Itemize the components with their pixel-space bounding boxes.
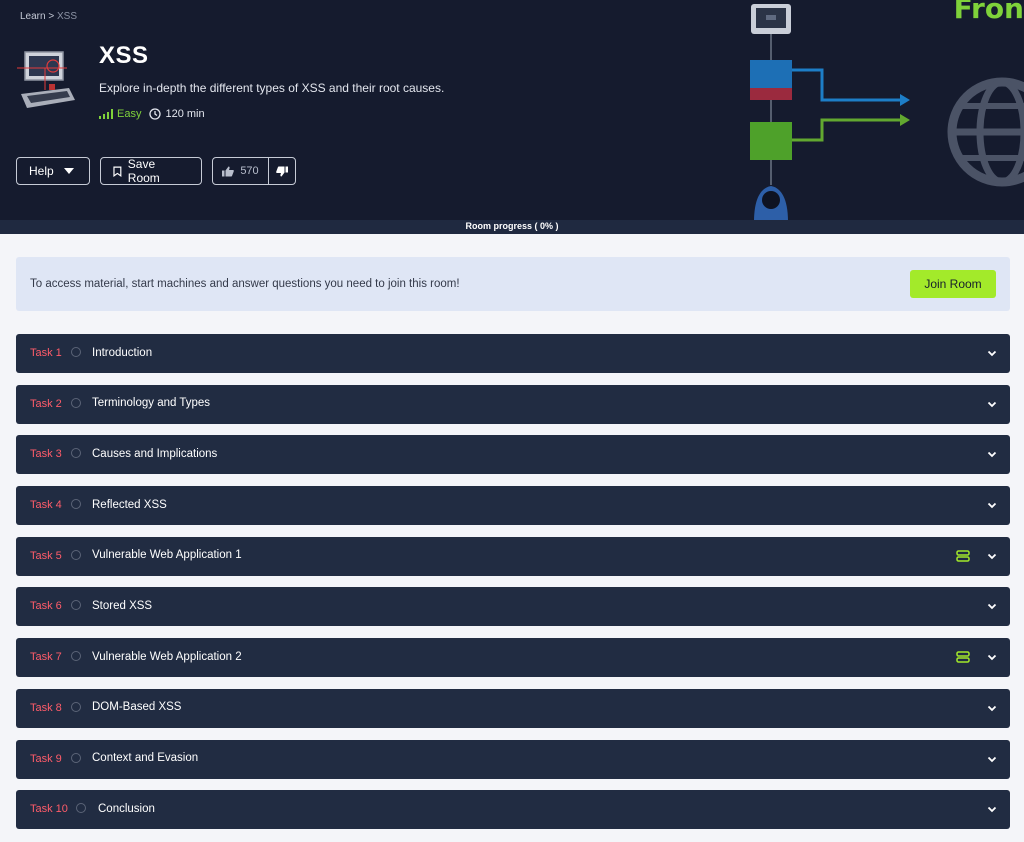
task-row[interactable]: Task 4 Reflected XSS	[16, 486, 1010, 526]
upvote-button[interactable]: 570	[213, 158, 269, 184]
difficulty-label: Easy	[117, 108, 142, 120]
chevron-down-icon	[987, 705, 997, 712]
machine-server-icon	[956, 651, 970, 663]
hero-illustration: Fron	[704, 0, 1024, 222]
chevron-down-icon	[987, 654, 997, 661]
task-number: Task 7	[30, 651, 62, 664]
task-title: Vulnerable Web Application 2	[92, 650, 242, 663]
task-row[interactable]: Task 2 Terminology and Types	[16, 384, 1010, 424]
task-title: Causes and Implications	[92, 447, 218, 460]
task-title: Stored XSS	[92, 599, 153, 612]
save-room-label: Save Room	[127, 157, 160, 185]
join-notice-text: To access material, start machines and a…	[30, 278, 460, 290]
task-status-circle-icon	[71, 752, 81, 763]
task-title: Conclusion	[98, 802, 155, 815]
chevron-down-icon	[987, 452, 997, 458]
task-number: Task 4	[30, 499, 62, 512]
room-progress-bar: Room progress ( 0% )	[0, 220, 1024, 234]
task-title: DOM-Based XSS	[92, 701, 182, 714]
task-number: Task 10	[30, 803, 68, 816]
machine-server-icon	[956, 550, 970, 562]
join-notice: To access material, start machines and a…	[16, 257, 1010, 311]
task-status-circle-icon	[71, 549, 81, 560]
downvote-button[interactable]	[269, 158, 295, 184]
breadcrumb-separator: >	[48, 11, 55, 22]
task-status-circle-icon	[76, 803, 86, 814]
breadcrumb-learn-link[interactable]: Learn	[20, 11, 46, 22]
duration-label: 120 min	[165, 108, 205, 120]
chevron-down-icon	[987, 756, 997, 762]
thumbs-up-icon	[222, 166, 235, 176]
difficulty: Easy	[99, 108, 141, 120]
task-title: Introduction	[92, 346, 153, 359]
task-number: Task 9	[30, 752, 62, 765]
task-status-circle-icon	[71, 448, 81, 459]
chevron-down-icon	[987, 807, 997, 813]
signal-bars-icon	[99, 109, 113, 119]
breadcrumb-current: XSS	[56, 11, 77, 22]
bookmark-icon	[113, 166, 122, 177]
thumbs-down-icon	[276, 166, 288, 176]
join-room-button[interactable]: Join Room	[910, 270, 996, 298]
task-number: Task 3	[30, 448, 62, 461]
vote-group: 570	[212, 157, 296, 185]
breadcrumb: Learn > XSS	[20, 11, 77, 22]
hero-art-text: Fron	[953, 0, 1024, 25]
save-room-button[interactable]: Save Room	[100, 157, 202, 185]
task-status-circle-icon	[71, 499, 81, 510]
chevron-down-icon	[987, 502, 997, 509]
chevron-down-icon	[987, 350, 997, 357]
chevron-down-icon	[987, 604, 997, 610]
clock-icon	[149, 108, 162, 120]
room-progress-label: Room progress ( 0% )	[465, 221, 559, 231]
task-row[interactable]: Task 1 Introduction	[16, 334, 1010, 373]
room-icon	[17, 51, 75, 108]
network-illustration	[750, 4, 1024, 222]
chevron-down-icon	[987, 401, 997, 407]
upvote-count: 570	[240, 165, 259, 177]
task-row[interactable]: Task 9 Context and Evasion	[16, 739, 1010, 779]
caret-down-icon	[63, 168, 74, 174]
task-number: Task 6	[30, 600, 62, 613]
task-number: Task 5	[30, 549, 62, 562]
task-number: Task 1	[30, 347, 62, 359]
task-title: Reflected XSS	[92, 498, 167, 511]
task-row[interactable]: Task 6 Stored XSS	[16, 587, 1010, 627]
task-title: Terminology and Types	[92, 397, 211, 410]
help-button[interactable]: Help	[16, 157, 90, 185]
room-description: Explore in-depth the different types of …	[99, 81, 445, 95]
duration: 120 min	[149, 108, 205, 120]
task-status-circle-icon	[71, 651, 81, 662]
task-number: Task 2	[30, 397, 62, 410]
task-row[interactable]: Task 3 Causes and Implications	[16, 435, 1010, 475]
task-status-circle-icon	[71, 347, 81, 357]
task-status-circle-icon	[71, 701, 81, 712]
chevron-down-icon	[987, 553, 997, 560]
task-row[interactable]: Task 5 Vulnerable Web Application 1	[16, 536, 1010, 576]
room-title: XSS	[99, 42, 149, 69]
task-row[interactable]: Task 10 Conclusion	[16, 790, 1010, 830]
task-title: Vulnerable Web Application 1	[92, 549, 242, 562]
task-title: Context and Evasion	[92, 752, 199, 764]
task-status-circle-icon	[71, 600, 81, 611]
task-number: Task 8	[30, 701, 62, 714]
task-status-circle-icon	[71, 397, 81, 408]
task-row[interactable]: Task 8 DOM-Based XSS	[16, 688, 1010, 728]
task-row[interactable]: Task 7 Vulnerable Web Application 2	[16, 638, 1010, 678]
task-list: Task 1 Introduction Task 2 Terminology and …	[16, 334, 1010, 841]
room-header: Learn > XSS XSS Explore in-depth the dif…	[0, 0, 1024, 234]
room-meta: Easy 120 min	[99, 108, 205, 120]
help-label: Help	[29, 164, 54, 178]
